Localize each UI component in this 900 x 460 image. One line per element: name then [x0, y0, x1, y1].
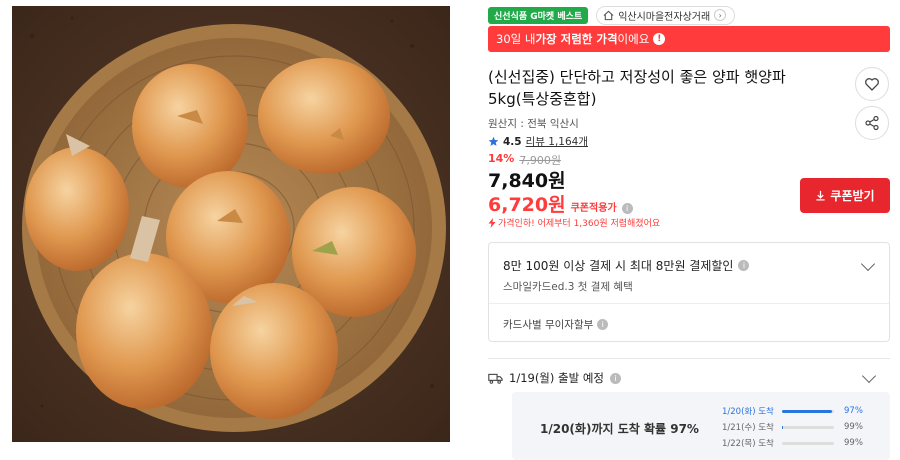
coupon-applied-label: 쿠폰적용가 [570, 203, 617, 214]
chevron-right-icon: › [714, 9, 727, 21]
arrival-date-label: 1/20(화) 도착 [722, 407, 774, 417]
arrival-distribution-row: 1/20(화) 도착 97% [722, 404, 863, 418]
product-image [12, 6, 450, 442]
coupon-price: 6,720원 [488, 194, 566, 216]
info-icon[interactable]: i [597, 319, 609, 330]
arrival-percent: 99% [844, 422, 863, 432]
arrival-probability-bar [782, 409, 834, 413]
promo-text-post: 이에요 [617, 32, 650, 46]
best-badge: 신선식품 G마켓 베스트 [488, 6, 589, 24]
arrival-probability-bar [782, 441, 834, 445]
divider [488, 358, 890, 359]
info-icon[interactable]: i [621, 203, 633, 214]
store-name: 익산시마을전자상거래 [618, 11, 711, 23]
wishlist-button[interactable] [855, 67, 889, 101]
sale-price: 7,840원 [488, 170, 566, 192]
card-discount-row[interactable]: 8만 100원 이상 결제 시 최대 8만원 결제할인 i [503, 257, 750, 274]
coupon-download-button[interactable]: 쿠폰받기 [800, 178, 890, 213]
price-drop-notice: 가격인하! 어제부터 1,360원 저렴해졌어요 [488, 216, 660, 229]
installment-text: 카드사별 무이자할부 [503, 319, 594, 331]
coupon-button-label: 쿠폰받기 [830, 189, 875, 203]
card-benefit-box: 8만 100원 이상 결제 시 최대 8만원 결제할인 i 스마일카드ed.3 … [488, 242, 890, 342]
coupon-price-row: 6,720원 쿠폰적용가 i [488, 190, 633, 217]
arrival-date-label: 1/21(수) 도착 [722, 423, 774, 433]
card-discount-text: 8만 100원 이상 결제 시 최대 8만원 결제할인 [503, 259, 734, 273]
arrival-date-label: 1/22(목) 도착 [722, 439, 774, 449]
shipping-row[interactable]: 1/19(월) 출발 예정 i [488, 368, 890, 388]
installment-row[interactable]: 카드사별 무이자할부 i [503, 317, 609, 332]
share-button[interactable] [855, 106, 889, 140]
download-icon [816, 190, 826, 201]
store-link[interactable]: 익산시마을전자상거래 › [596, 5, 736, 25]
arrival-distribution-row: 1/22(목) 도착 99% [722, 436, 863, 450]
top-row: 신선식품 G마켓 베스트 익산시마을전자상거래 › [488, 5, 736, 25]
product-info-panel: 신선식품 G마켓 베스트 익산시마을전자상거래 › 30일 내 가장 저렴한 가… [486, 0, 890, 460]
info-icon[interactable]: i [738, 260, 750, 271]
price-drop-text: 가격인하! 어제부터 1,360원 저렴해졌어요 [498, 219, 661, 229]
lightning-icon [488, 217, 496, 228]
rating-row: 4.5 리뷰 1,164개 [488, 134, 588, 149]
chevron-down-icon[interactable] [860, 256, 876, 272]
promo-banner: 30일 내 가장 저렴한 가격 이에요 ! [488, 26, 890, 52]
arrival-percent: 97% [844, 406, 863, 416]
promo-text-pre: 30일 내 [496, 32, 536, 46]
product-title: (신선집중) 단단하고 저장성이 좋은 양파 햇양파 5kg(특상중혼합) [488, 68, 786, 108]
star-icon [488, 136, 499, 146]
card-benefit-sub: 스마일카드ed.3 첫 결제 혜택 [503, 281, 633, 293]
reviews-link[interactable]: 리뷰 1,164개 [526, 134, 588, 149]
promo-text-bold: 가장 저렴한 가격 [535, 32, 618, 46]
arrival-percent: 99% [844, 438, 863, 448]
arrival-probability-fill [782, 409, 832, 413]
departure-text: 1/19(월) 출발 예정 [509, 371, 605, 385]
rating-score: 4.5 [503, 135, 522, 148]
arrival-probability-fill [782, 425, 783, 429]
info-icon[interactable]: i [610, 372, 622, 384]
truck-icon [488, 373, 503, 384]
home-icon [603, 10, 614, 20]
arrival-probability: 1/20(화)까지 도착 확률 97% [540, 422, 699, 436]
info-icon[interactable]: ! [653, 33, 666, 45]
arrival-probability-bar [782, 425, 834, 429]
heart-icon [865, 78, 879, 91]
arrival-distribution-row: 1/21(수) 도착 99% [722, 420, 863, 434]
share-icon [865, 115, 879, 131]
delivery-estimate-box: 1/20(화)까지 도착 확률 97% 1/20(화) 도착 97% 1/21(수)… [512, 392, 890, 460]
divider [489, 303, 889, 304]
origin-label: 원산지 : 전북 익산시 [488, 118, 579, 130]
